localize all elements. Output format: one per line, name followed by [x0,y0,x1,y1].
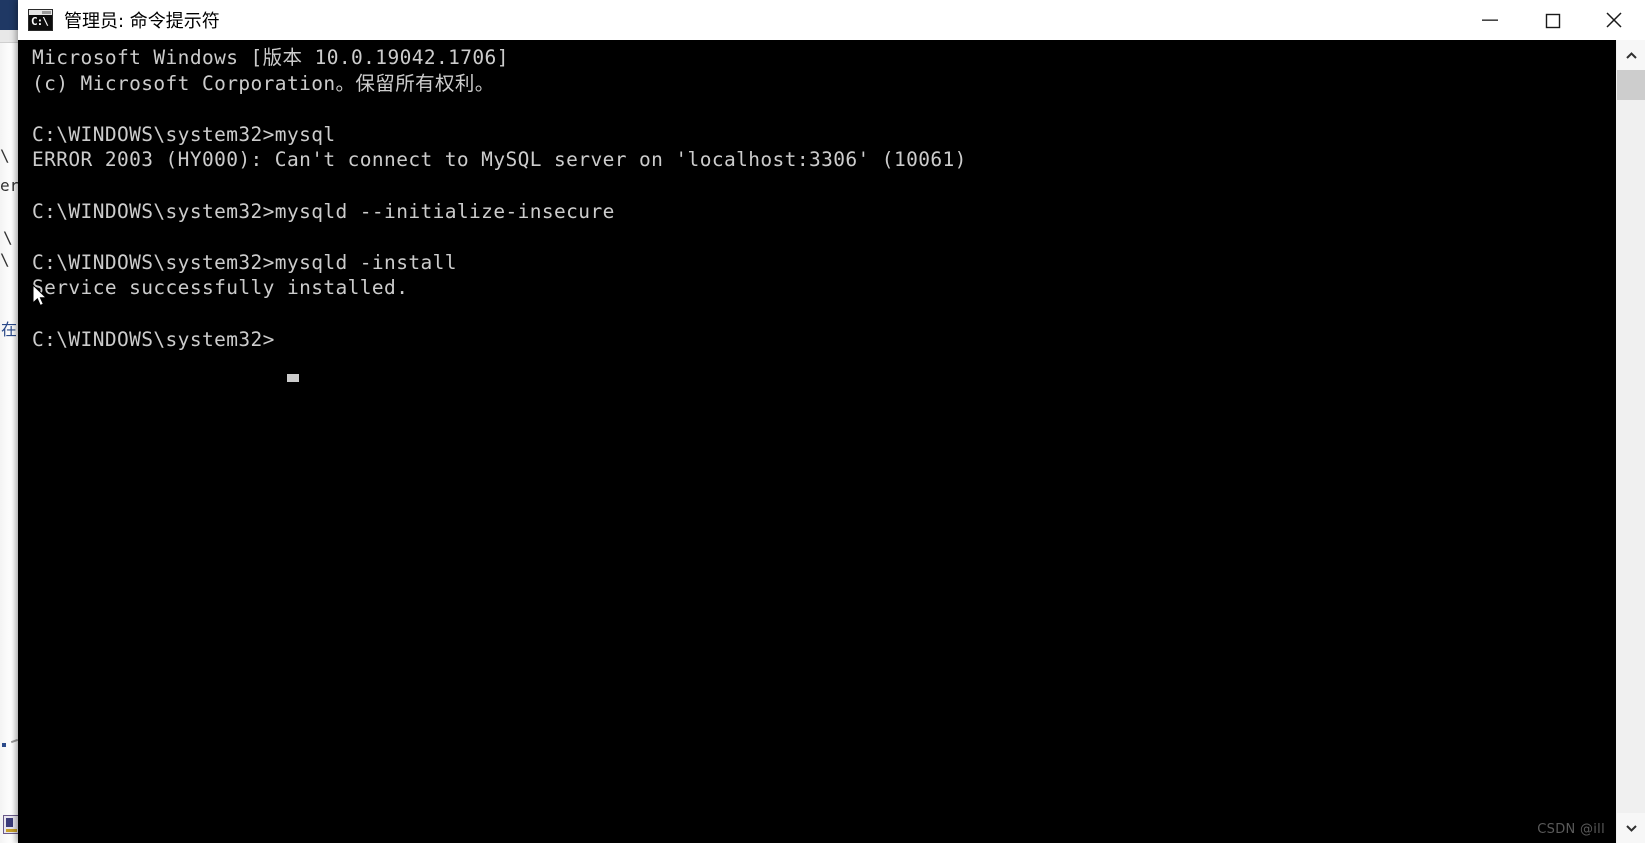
console-text: Microsoft Windows [版本 10.0.19042.1706] (… [32,46,967,351]
cmd-icon-prompt-glyph: C:\ [31,15,49,28]
background-window[interactable] [0,0,19,843]
minimize-button[interactable] [1459,0,1521,40]
command-prompt-window[interactable]: C:\ 管理员: 命令提示符 Microsoft Windows [版本 10.… [18,0,1645,843]
background-window-titlebar [0,0,19,30]
watermark: CSDN @ill [1537,822,1605,837]
background-window-icon-foot [6,829,17,832]
console-cursor [287,374,299,382]
background-window-icon [3,815,19,834]
background-text-fragment: 在 [1,320,18,339]
maximize-icon [1545,13,1561,29]
background-window-toolbar [0,30,19,43]
window-titlebar[interactable]: C:\ 管理员: 命令提示符 [18,0,1645,41]
chevron-down-icon [1625,824,1637,832]
console-scrollbar[interactable] [1616,40,1645,843]
minimize-icon [1482,19,1498,21]
window-title: 管理员: 命令提示符 [64,11,220,32]
window-controls[interactable] [1459,0,1645,40]
chevron-up-icon [1625,51,1637,59]
background-text-fragment: \ [0,146,10,165]
background-text-fragment: er [0,176,20,195]
background-text-fragment: \ [0,250,10,269]
scrollbar-thumb[interactable] [1617,70,1645,100]
close-icon [1606,12,1622,28]
background-window-marker [2,743,6,747]
maximize-button[interactable] [1521,0,1583,40]
background-window-icon-inner [6,818,13,827]
console-output-area[interactable]: Microsoft Windows [版本 10.0.19042.1706] (… [18,40,1617,843]
scrollbar-up-button[interactable] [1617,40,1645,70]
close-button[interactable] [1583,0,1645,40]
background-text-fragment: \ [3,228,13,247]
cmd-icon: C:\ [28,9,53,31]
scrollbar-down-button[interactable] [1617,813,1645,843]
